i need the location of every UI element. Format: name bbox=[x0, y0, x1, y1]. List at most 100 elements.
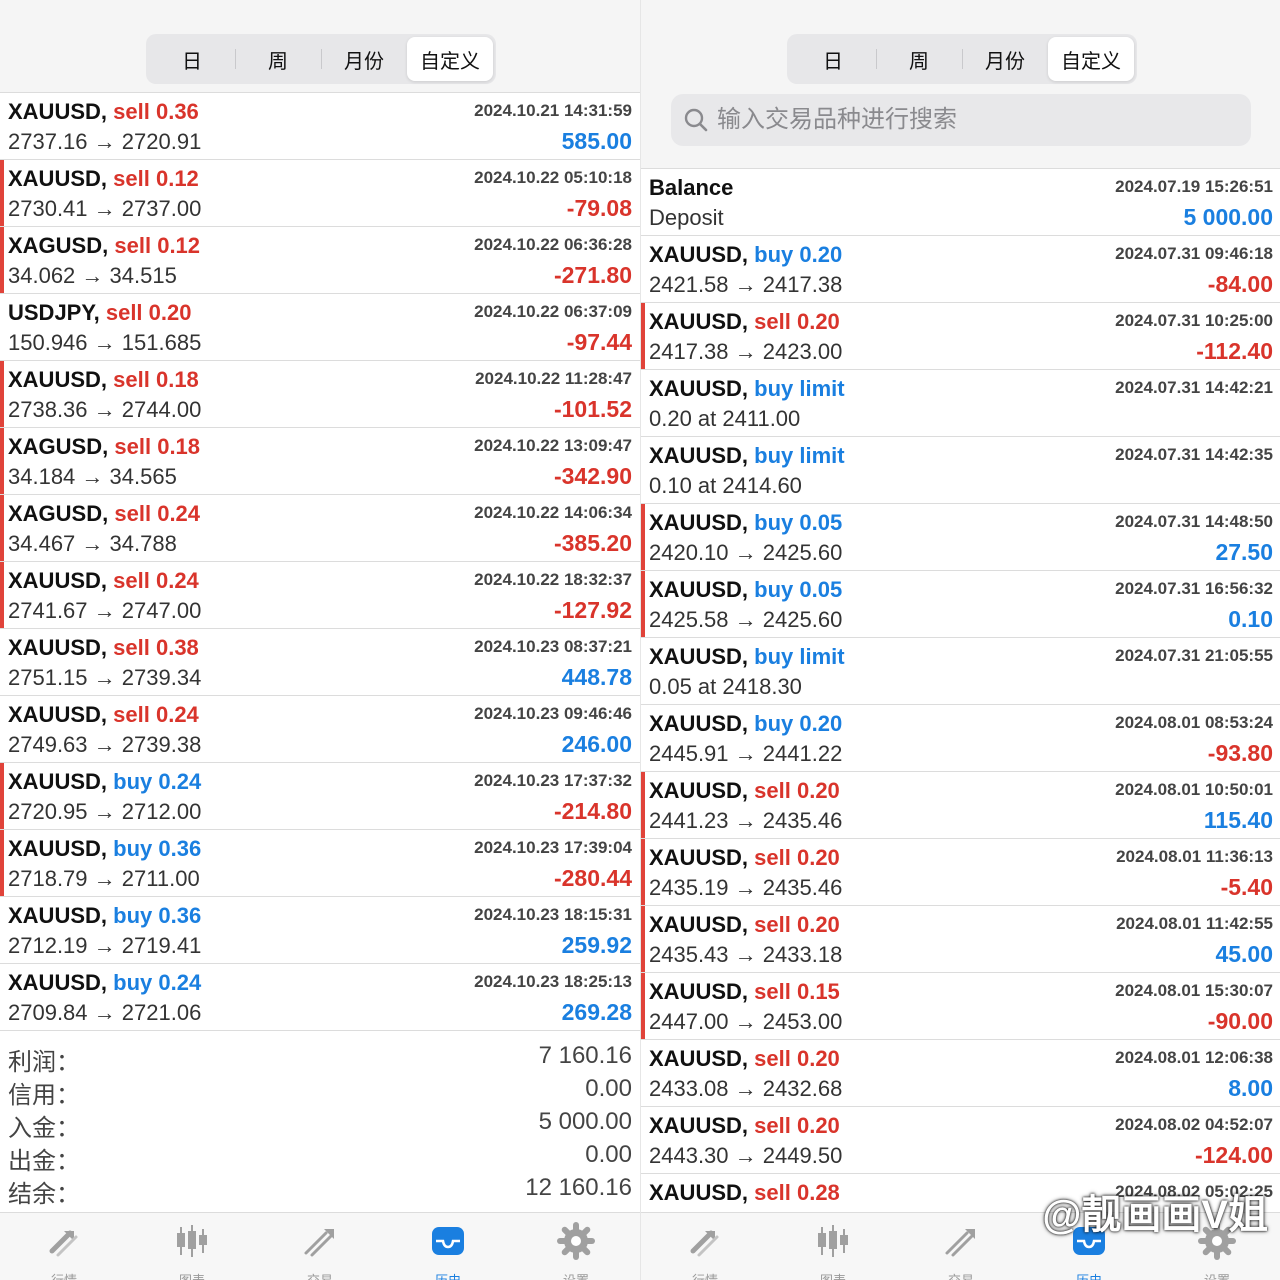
deal-symbol: XAUUSD, bbox=[649, 376, 749, 401]
deal-prices: 2425.58 → 2425.60 bbox=[649, 607, 842, 633]
tab-label: 历史 bbox=[435, 1270, 461, 1280]
deal-row[interactable]: XAUUSD, buy 0.05 2425.58 → 2425.60 2024.07… bbox=[641, 571, 1280, 638]
tab-trade-trend[interactable]: 交易 bbox=[256, 1213, 384, 1280]
tab-quotes-arrows[interactable]: 行情 bbox=[0, 1213, 128, 1280]
deal-row[interactable]: XAGUSD, sell 0.18 34.184 → 34.565 2024.10.… bbox=[0, 428, 640, 495]
deal-time: 2024.08.02 04:52:07 bbox=[1115, 1115, 1273, 1134]
deal-side: sell bbox=[754, 778, 791, 803]
deal-time: 2024.10.22 05:10:18 bbox=[474, 168, 632, 187]
deal-row[interactable]: XAUUSD, buy 0.36 2718.79 → 2711.00 2024.10… bbox=[0, 830, 640, 897]
deal-row[interactable]: XAUUSD, sell 0.18 2738.36 → 2744.00 2024.1… bbox=[0, 361, 640, 428]
deal-prices: 2421.58 → 2417.38 bbox=[649, 272, 842, 298]
deal-title: XAUUSD, sell 0.20 bbox=[649, 309, 840, 335]
deal-prices: 2447.00 → 2453.00 bbox=[649, 1009, 842, 1035]
deal-side: sell bbox=[114, 233, 152, 258]
deal-prices: 2433.08 → 2432.68 bbox=[649, 1076, 842, 1102]
deal-lot: 0.20 bbox=[796, 845, 840, 870]
tab-trade-trend[interactable]: 交易 bbox=[897, 1213, 1025, 1280]
deal-row[interactable]: XAUUSD, sell 0.24 2741.67 → 2747.00 2024.1… bbox=[0, 562, 640, 629]
deal-row[interactable]: XAUUSD, buy limit 0.05 at 2418.30 2024.0… bbox=[641, 638, 1280, 705]
deal-lot: 0.36 bbox=[155, 99, 199, 124]
deal-row[interactable]: XAUUSD, sell 0.20 2417.38 → 2423.00 2024.0… bbox=[641, 303, 1280, 370]
deal-lot: 0.12 bbox=[157, 233, 201, 258]
deal-row[interactable]: XAUUSD, buy 0.24 2720.95 → 2712.00 2024.10… bbox=[0, 763, 640, 830]
deal-row[interactable]: XAUUSD, sell 0.20 2443.30 → 2449.50 2024.0… bbox=[641, 1107, 1280, 1174]
deal-row[interactable]: XAUUSD, sell 0.38 2751.15 → 2739.34 2024.1… bbox=[0, 629, 640, 696]
deal-row[interactable]: XAUUSD, sell 0.12 2730.41 → 2737.00 2024.1… bbox=[0, 160, 640, 227]
deal-row[interactable]: XAUUSD, buy limit 0.20 at 2411.00 2024.0… bbox=[641, 370, 1280, 437]
deal-row[interactable]: XAGUSD, sell 0.12 34.062 → 34.515 2024.10.… bbox=[0, 227, 640, 294]
period-week-tab[interactable]: 周 bbox=[235, 37, 321, 81]
deal-side: sell bbox=[105, 300, 143, 325]
deal-close-price: 2425.60 bbox=[762, 607, 843, 632]
deal-open-price: 2741.67 bbox=[8, 598, 88, 623]
deal-open-price: 2720.95 bbox=[8, 799, 88, 824]
deal-open-price: 0.20 at 2411.00 bbox=[649, 406, 801, 431]
deal-prices: 2441.23 → 2435.46 bbox=[649, 808, 842, 834]
deal-row[interactable]: XAUUSD, buy 0.05 2420.10 → 2425.60 2024.07… bbox=[641, 504, 1280, 571]
deal-row[interactable]: XAUUSD, buy limit 0.10 at 2414.60 2024.0… bbox=[641, 437, 1280, 504]
deal-row[interactable]: XAUUSD, sell 0.15 2447.00 → 2453.00 2024.0… bbox=[641, 973, 1280, 1040]
deal-open-price: 2738.36 bbox=[8, 397, 88, 422]
period-month-tab[interactable]: 月份 bbox=[962, 37, 1048, 81]
search-input[interactable] bbox=[717, 106, 1237, 134]
arrow-icon: → bbox=[734, 808, 757, 833]
period-custom-tab[interactable]: 自定义 bbox=[1048, 37, 1134, 81]
deal-lot: 0.20 bbox=[799, 711, 843, 736]
deal-prices: 0.05 at 2418.30 bbox=[649, 674, 802, 700]
deal-row[interactable]: USDJPY, sell 0.20 150.946 → 151.685 2024.1… bbox=[0, 294, 640, 361]
deal-prices: 2435.19 → 2435.46 bbox=[649, 875, 842, 901]
balance-subtitle: Deposit bbox=[649, 205, 724, 230]
deal-profit: -280.44 bbox=[553, 865, 632, 891]
period-day-tab[interactable]: 日 bbox=[790, 37, 876, 81]
deal-symbol: XAUUSD, bbox=[649, 309, 749, 334]
tab-history-inbox[interactable]: 历史 bbox=[384, 1213, 512, 1280]
tab-settings-gear[interactable]: 设置 bbox=[512, 1213, 640, 1280]
deal-open-price: 0.05 at 2418.30 bbox=[649, 674, 802, 699]
deal-row[interactable]: XAUUSD, buy 0.36 2712.19 → 2719.41 2024.10… bbox=[0, 897, 640, 964]
deal-lot: 0.20 bbox=[796, 309, 840, 334]
deal-row[interactable]: XAUUSD, sell 0.20 2435.19 → 2435.46 2024.0… bbox=[641, 839, 1280, 906]
deal-symbol: XAUUSD, bbox=[649, 443, 749, 468]
deal-prices: 2730.41 → 2737.00 bbox=[8, 196, 201, 222]
deal-close-price: 2441.22 bbox=[762, 741, 843, 766]
deal-row[interactable]: XAUUSD, sell 0.20 2435.43 → 2433.18 2024.0… bbox=[641, 906, 1280, 973]
period-selector: 日 周 月份 自定义 bbox=[787, 34, 1137, 84]
deal-symbol: USDJPY, bbox=[8, 300, 100, 325]
tab-quotes-arrows[interactable]: 行情 bbox=[641, 1213, 769, 1280]
deal-side: buy bbox=[113, 836, 153, 861]
deal-row[interactable]: XAUUSD, buy 0.20 2421.58 → 2417.38 2024.07… bbox=[641, 236, 1280, 303]
deal-open-price: 34.062 bbox=[8, 263, 76, 288]
candlestick-chart-icon bbox=[813, 1221, 853, 1266]
deal-close-price: 34.515 bbox=[109, 263, 177, 288]
deal-profit: 259.92 bbox=[561, 932, 632, 958]
deal-time: 2024.10.22 14:06:34 bbox=[474, 503, 632, 522]
period-month-tab[interactable]: 月份 bbox=[321, 37, 407, 81]
period-custom-tab[interactable]: 自定义 bbox=[407, 37, 493, 81]
deal-row[interactable]: XAUUSD, buy 0.24 2709.84 → 2721.06 2024.10… bbox=[0, 964, 640, 1031]
period-week-tab[interactable]: 周 bbox=[876, 37, 962, 81]
deal-open-price: 0.10 at 2414.60 bbox=[649, 473, 802, 498]
deal-profit: 8.00 bbox=[1228, 1075, 1273, 1101]
deal-symbol: XAUUSD, bbox=[649, 711, 749, 736]
deal-row[interactable]: XAUUSD, buy 0.20 2445.91 → 2441.22 2024.08… bbox=[641, 705, 1280, 772]
deal-prices: 34.062 → 34.515 bbox=[8, 263, 177, 289]
deal-profit: -5.40 bbox=[1220, 874, 1273, 900]
deal-prices: 2443.30 → 2449.50 bbox=[649, 1143, 842, 1169]
tab-candlestick-chart[interactable]: 图表 bbox=[128, 1213, 256, 1280]
deal-row[interactable]: XAUUSD, sell 0.20 2441.23 → 2435.46 2024.0… bbox=[641, 772, 1280, 839]
deal-close-price: 2423.00 bbox=[762, 339, 843, 364]
deal-row[interactable]: XAUUSD, sell 0.24 2749.63 → 2739.38 2024.1… bbox=[0, 696, 640, 763]
period-day-tab[interactable]: 日 bbox=[149, 37, 235, 81]
deal-row[interactable]: XAUUSD, sell 0.20 2433.08 → 2432.68 2024.0… bbox=[641, 1040, 1280, 1107]
symbol-search-bar[interactable] bbox=[671, 94, 1251, 146]
deal-profit: -84.00 bbox=[1207, 271, 1273, 297]
deal-row[interactable]: XAGUSD, sell 0.24 34.467 → 34.788 2024.10.… bbox=[0, 495, 640, 562]
balance-row[interactable]: Balance Deposit 2024.07.19 15:26:51 5 00… bbox=[641, 169, 1280, 236]
deal-row[interactable]: XAUUSD, sell 0.36 2737.16 → 2720.91 2024.1… bbox=[0, 93, 640, 160]
deal-profit: 269.28 bbox=[561, 999, 632, 1025]
deal-title: XAUUSD, sell 0.36 bbox=[8, 99, 199, 125]
tab-candlestick-chart[interactable]: 图表 bbox=[769, 1213, 897, 1280]
deal-time: 2024.10.22 18:32:37 bbox=[474, 570, 632, 589]
tab-label: 行情 bbox=[692, 1270, 718, 1280]
